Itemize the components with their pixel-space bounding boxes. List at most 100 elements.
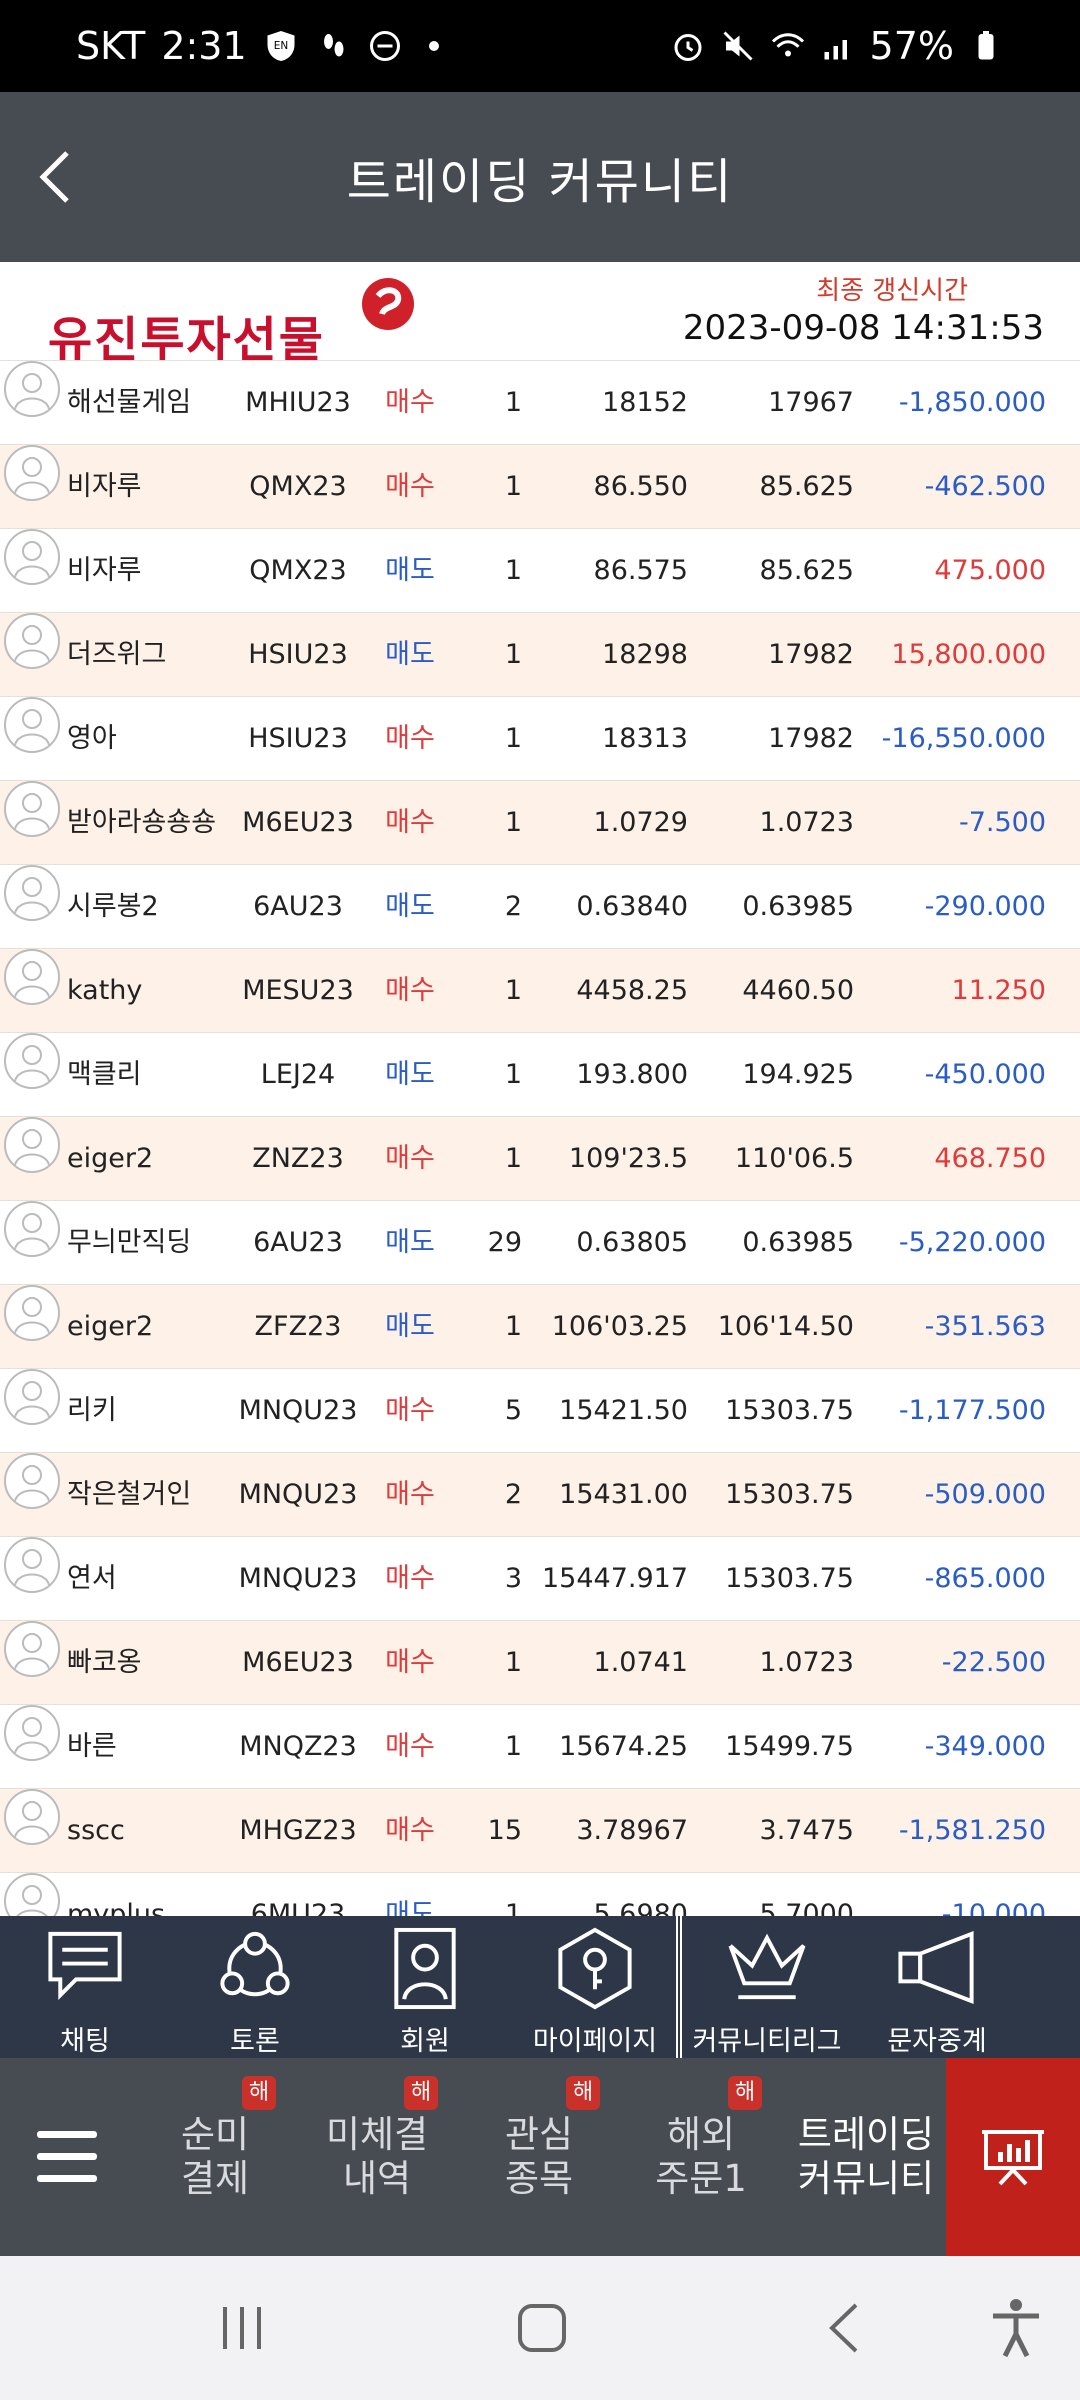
quantity: 2 bbox=[504, 1479, 522, 1510]
trade-row[interactable]: 비자루 QMX23 매도 1 86.575 85.625 475.000 bbox=[0, 528, 1080, 612]
trader-name: eiger2 bbox=[67, 1143, 154, 1174]
tab-overseas-order[interactable]: 해외 주문1 해 bbox=[620, 2058, 782, 2256]
trade-row[interactable]: 시루봉2 6AU23 매도 2 0.63840 0.63985 -290.000 bbox=[0, 864, 1080, 948]
current-price: 85.625 bbox=[759, 471, 854, 502]
avatar-icon bbox=[4, 529, 60, 585]
battery-icon bbox=[978, 31, 994, 60]
tab-overseas-line2: 주문1 bbox=[655, 2157, 747, 2200]
symbol-code: 6AU23 bbox=[253, 891, 343, 922]
entry-price: 4458.25 bbox=[576, 975, 688, 1006]
trade-row[interactable]: 연서 MNQU23 매수 3 15447.917 15303.75 -865.000 bbox=[0, 1536, 1080, 1620]
trade-row[interactable]: kathy MESU23 매수 1 4458.25 4460.50 11.250 bbox=[0, 948, 1080, 1032]
tab-unfilled-line1: 미체결 bbox=[325, 2113, 429, 2156]
tab-trading-community[interactable]: 트레이딩 커뮤니티 bbox=[782, 2058, 950, 2256]
trade-row[interactable]: 빠코옹 M6EU23 매수 1 1.0741 1.0723 -22.500 bbox=[0, 1620, 1080, 1704]
profit-loss: -7.500 bbox=[958, 807, 1046, 838]
text-relay-menu-button[interactable]: 문자중계 bbox=[852, 1916, 1022, 2058]
trade-row[interactable]: 영아 HSIU23 매수 1 18313 17982 -16,550.000 bbox=[0, 696, 1080, 780]
home-button[interactable] bbox=[506, 2292, 578, 2364]
entry-price: 0.63840 bbox=[576, 891, 688, 922]
back-arrow-icon bbox=[829, 2303, 858, 2353]
order-side: 매도 bbox=[385, 1899, 435, 1916]
symbol-code: MHIU23 bbox=[245, 387, 351, 418]
trade-row[interactable]: 리키 MNQU23 매수 5 15421.50 15303.75 -1,177.500 bbox=[0, 1368, 1080, 1452]
presentation-chart-icon bbox=[982, 2130, 1044, 2186]
current-price: 110'06.5 bbox=[734, 1143, 854, 1174]
chat-menu-button[interactable]: 채팅 bbox=[0, 1916, 170, 2058]
order-side: 매도 bbox=[385, 891, 435, 922]
trade-row[interactable]: 맥클리 LEJ24 매도 1 193.800 194.925 -450.000 bbox=[0, 1032, 1080, 1116]
avatar-icon bbox=[4, 1201, 60, 1257]
trade-row[interactable]: 바른 MNQZ23 매수 1 15674.25 15499.75 -349.000 bbox=[0, 1704, 1080, 1788]
system-back-button[interactable] bbox=[808, 2292, 880, 2364]
mypage-menu-button[interactable]: 마이페이지 bbox=[510, 1916, 680, 2058]
symbol-code: LEJ24 bbox=[260, 1059, 336, 1090]
trade-row[interactable]: 더즈위그 HSIU23 매도 1 18298 17982 15,800.000 bbox=[0, 612, 1080, 696]
presentation-button[interactable] bbox=[946, 2058, 1080, 2256]
tab-watchlist[interactable]: 관심 종목 해 bbox=[458, 2058, 620, 2256]
symbol-code: MNQZ23 bbox=[239, 1731, 357, 1762]
trade-row[interactable]: eiger2 ZNZ23 매수 1 109'23.5 110'06.5 468.750 bbox=[0, 1116, 1080, 1200]
crown-icon bbox=[728, 1933, 806, 2000]
trader-name: 연서 bbox=[67, 1563, 117, 1594]
discussion-menu-button[interactable]: 토론 bbox=[170, 1916, 340, 2058]
trader-name: 비자루 bbox=[67, 471, 142, 502]
symbol-code: HSIU23 bbox=[248, 723, 348, 754]
trade-row[interactable]: sscc MHGZ23 매수 15 3.78967 3.7475 -1,581.250 bbox=[0, 1788, 1080, 1872]
trade-row[interactable]: 무늬만직딩 6AU23 매도 29 0.63805 0.63985 -5,220.000 bbox=[0, 1200, 1080, 1284]
tab-unfilled-orders[interactable]: 미체결 내역 해 bbox=[296, 2058, 458, 2256]
steps-icon bbox=[323, 34, 344, 57]
entry-price: 193.800 bbox=[576, 1059, 688, 1090]
overseas-badge: 해 bbox=[566, 2076, 600, 2110]
member-menu-button[interactable]: 회원 bbox=[340, 1916, 510, 2058]
megaphone-icon bbox=[898, 1931, 974, 2005]
do-not-disturb-icon bbox=[369, 31, 400, 61]
app-header: 트레이딩 커뮤니티 bbox=[0, 92, 1080, 262]
current-price: 1.0723 bbox=[759, 807, 854, 838]
overseas-badge: 해 bbox=[404, 2076, 438, 2110]
trade-row[interactable]: 작은철거인 MNQU23 매수 2 15431.00 15303.75 -509.000 bbox=[0, 1452, 1080, 1536]
entry-price: 3.78967 bbox=[576, 1815, 688, 1846]
quantity: 15 bbox=[487, 1815, 522, 1846]
profit-loss: -1,581.250 bbox=[898, 1815, 1046, 1846]
recent-apps-button[interactable] bbox=[206, 2292, 278, 2364]
trader-name: 리키 bbox=[67, 1395, 117, 1426]
accessibility-button[interactable] bbox=[980, 2292, 1052, 2364]
current-price: 0.63985 bbox=[742, 1227, 854, 1258]
trade-row[interactable]: 해선물게임 MHIU23 매수 1 18152 17967 -1,850.000 bbox=[0, 360, 1080, 444]
tab-settlement-line2: 결제 bbox=[180, 2157, 250, 2200]
order-side: 매수 bbox=[385, 1395, 435, 1426]
trade-row[interactable]: 받아라숑숑숑 M6EU23 매수 1 1.0729 1.0723 -7.500 bbox=[0, 780, 1080, 864]
order-side: 매수 bbox=[385, 975, 435, 1006]
trade-row[interactable]: eiger2 ZFZ23 매도 1 106'03.25 106'14.50 -351.563 bbox=[0, 1284, 1080, 1368]
current-price: 5.7000 bbox=[759, 1899, 854, 1916]
profit-loss: -349.000 bbox=[924, 1731, 1046, 1762]
overseas-badge: 해 bbox=[242, 2076, 276, 2110]
current-price: 15303.75 bbox=[725, 1479, 854, 1510]
tab-settlement[interactable]: 순미 결제 해 bbox=[134, 2058, 296, 2256]
tab-watchlist-line1: 관심 bbox=[504, 2113, 574, 2156]
battery-text: 57% bbox=[869, 24, 954, 68]
profit-loss: -509.000 bbox=[924, 1479, 1046, 1510]
avatar-icon bbox=[4, 1537, 60, 1593]
trade-row[interactable]: myplus 6MU23 매도 1 5.6980 5.7000 -10.000 bbox=[0, 1872, 1080, 1916]
trade-row[interactable]: 비자루 QMX23 매수 1 86.550 85.625 -462.500 bbox=[0, 444, 1080, 528]
symbol-code: HSIU23 bbox=[248, 639, 348, 670]
order-side: 매도 bbox=[385, 555, 435, 586]
menu-button[interactable] bbox=[0, 2058, 134, 2256]
order-side: 매수 bbox=[385, 1815, 435, 1846]
trade-table[interactable]: 해선물게임 MHIU23 매수 1 18152 17967 -1,850.000 비자루 QMX… bbox=[0, 360, 1080, 1916]
profit-loss: 11.250 bbox=[951, 975, 1046, 1006]
back-button[interactable] bbox=[20, 142, 90, 212]
quantity: 1 bbox=[504, 387, 522, 418]
entry-price: 106'03.25 bbox=[551, 1311, 688, 1342]
profit-loss: -1,177.500 bbox=[898, 1395, 1046, 1426]
quantity: 1 bbox=[504, 471, 522, 502]
notification-dot-icon bbox=[428, 41, 439, 51]
avatar-icon bbox=[4, 1117, 60, 1173]
current-price: 85.625 bbox=[759, 555, 854, 586]
discussion-icon bbox=[220, 1931, 290, 1997]
symbol-code: 6MU23 bbox=[250, 1899, 346, 1916]
order-side: 매수 bbox=[385, 1479, 435, 1510]
community-league-menu-button[interactable]: 커뮤니티리그 bbox=[682, 1916, 852, 2058]
